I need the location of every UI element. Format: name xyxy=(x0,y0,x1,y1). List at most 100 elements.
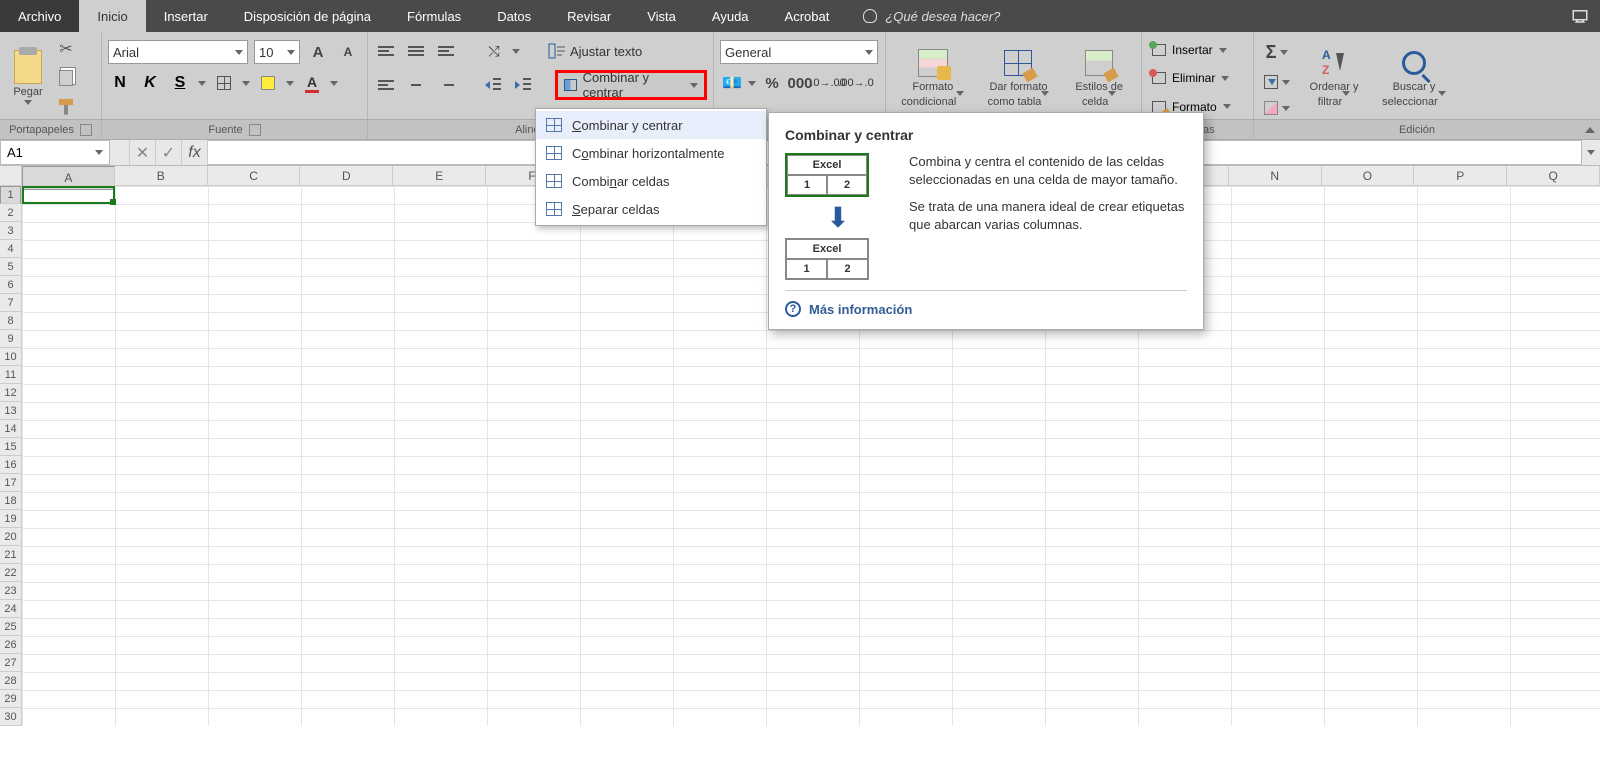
copy-button[interactable] xyxy=(54,67,78,89)
row-header[interactable]: 9 xyxy=(0,330,21,348)
borders-button[interactable] xyxy=(212,72,236,94)
chevron-down-icon[interactable] xyxy=(286,81,294,86)
chevron-down-icon[interactable] xyxy=(748,81,756,86)
font-color-button[interactable]: A xyxy=(300,72,324,94)
increase-font-button[interactable]: A xyxy=(306,41,330,63)
col-header[interactable]: P xyxy=(1414,166,1507,185)
tab-acrobat[interactable]: Acrobat xyxy=(767,0,848,32)
increase-decimal-button[interactable]: .0→.00 xyxy=(816,72,840,94)
tab-help[interactable]: Ayuda xyxy=(694,0,767,32)
tab-page-layout[interactable]: Disposición de página xyxy=(226,0,389,32)
decrease-decimal-button[interactable]: .00→.0 xyxy=(844,72,868,94)
tab-data[interactable]: Datos xyxy=(479,0,549,32)
insert-function-button[interactable]: fx xyxy=(182,140,208,165)
increase-indent-button[interactable] xyxy=(511,74,535,96)
tab-insert[interactable]: Insertar xyxy=(146,0,226,32)
align-right-button[interactable] xyxy=(434,74,458,96)
font-size-select[interactable]: 10 xyxy=(254,40,300,64)
row-header[interactable]: 13 xyxy=(0,402,21,420)
col-header[interactable]: E xyxy=(393,166,486,185)
underline-button[interactable]: S xyxy=(168,72,192,94)
row-header[interactable]: 2 xyxy=(0,204,21,222)
align-bottom-button[interactable] xyxy=(434,40,458,62)
paste-button[interactable]: Pegar xyxy=(6,36,50,119)
select-all-corner[interactable] xyxy=(0,166,22,185)
row-header[interactable]: 10 xyxy=(0,348,21,366)
row-header[interactable]: 25 xyxy=(0,618,21,636)
col-header[interactable]: Q xyxy=(1507,166,1600,185)
chevron-down-icon[interactable] xyxy=(242,81,250,86)
menu-item-merge-center[interactable]: Combinar y centrar xyxy=(536,111,766,139)
name-box[interactable]: A1 xyxy=(0,140,110,165)
sort-filter-button[interactable]: Ordenar y filtrar xyxy=(1298,36,1370,119)
row-header[interactable]: 21 xyxy=(0,546,21,564)
menu-item-merge-across[interactable]: Combinar horizontalmente xyxy=(536,139,766,167)
tab-review[interactable]: Revisar xyxy=(549,0,629,32)
row-header[interactable]: 20 xyxy=(0,528,21,546)
format-as-table-button[interactable]: Dar formato como tabla xyxy=(978,36,1060,119)
row-header[interactable]: 4 xyxy=(0,240,21,258)
font-name-select[interactable]: Arial xyxy=(108,40,248,64)
tooltip-more-link[interactable]: ? Más información xyxy=(785,290,1187,317)
tab-home[interactable]: Inicio xyxy=(79,0,145,32)
expand-formula-bar-button[interactable] xyxy=(1582,140,1600,165)
chevron-down-icon[interactable] xyxy=(198,81,206,86)
tab-formulas[interactable]: Fórmulas xyxy=(389,0,479,32)
row-header[interactable]: 22 xyxy=(0,564,21,582)
bold-button[interactable]: N xyxy=(108,72,132,94)
col-header[interactable]: B xyxy=(115,166,208,185)
tab-file[interactable]: Archivo xyxy=(0,0,79,32)
dialog-launcher-icon[interactable] xyxy=(80,124,92,136)
fill-color-button[interactable] xyxy=(256,72,280,94)
cell-styles-button[interactable]: Estilos de celda xyxy=(1063,36,1135,119)
row-header[interactable]: 7 xyxy=(0,294,21,312)
row-header[interactable]: 19 xyxy=(0,510,21,528)
menu-item-unmerge[interactable]: Separar celdas xyxy=(536,195,766,223)
cancel-formula-button[interactable]: ✕ xyxy=(130,140,156,165)
menu-item-merge-cells[interactable]: Combinar celdas xyxy=(536,167,766,195)
row-header[interactable]: 12 xyxy=(0,384,21,402)
tab-view[interactable]: Vista xyxy=(629,0,694,32)
row-header[interactable]: 18 xyxy=(0,492,21,510)
clear-button[interactable] xyxy=(1260,99,1294,117)
row-header[interactable]: 26 xyxy=(0,636,21,654)
row-header[interactable]: 29 xyxy=(0,690,21,708)
row-header[interactable]: 6 xyxy=(0,276,21,294)
conditional-format-button[interactable]: Formato condicional xyxy=(892,36,974,119)
chevron-down-icon[interactable] xyxy=(512,49,520,54)
collapse-ribbon-button[interactable] xyxy=(1580,120,1600,139)
delete-cells-button[interactable]: Eliminar xyxy=(1148,69,1235,87)
row-header[interactable]: 28 xyxy=(0,672,21,690)
row-header[interactable]: 23 xyxy=(0,582,21,600)
autosum-button[interactable]: Σ xyxy=(1260,40,1294,65)
row-header[interactable]: 15 xyxy=(0,438,21,456)
align-top-button[interactable] xyxy=(374,40,398,62)
row-header[interactable]: 30 xyxy=(0,708,21,726)
align-left-button[interactable] xyxy=(374,74,398,96)
format-painter-button[interactable] xyxy=(54,96,78,118)
decrease-indent-button[interactable] xyxy=(481,74,505,96)
chevron-down-icon[interactable] xyxy=(330,81,338,86)
decrease-font-button[interactable]: A xyxy=(336,41,360,63)
align-middle-button[interactable] xyxy=(404,40,428,62)
active-cell-A1[interactable] xyxy=(22,186,115,204)
merge-center-button[interactable]: Combinar y centrar xyxy=(555,70,707,100)
row-header[interactable]: 8 xyxy=(0,312,21,330)
percent-button[interactable]: % xyxy=(760,72,784,94)
tell-me-search[interactable]: ¿Qué desea hacer? xyxy=(847,0,1016,32)
dialog-launcher-icon[interactable] xyxy=(249,124,261,136)
row-header[interactable]: 11 xyxy=(0,366,21,384)
row-header[interactable]: 17 xyxy=(0,474,21,492)
align-center-button[interactable] xyxy=(404,74,428,96)
col-header[interactable]: N xyxy=(1229,166,1322,185)
comma-button[interactable]: 000 xyxy=(788,72,812,94)
fill-button[interactable] xyxy=(1260,73,1294,91)
number-format-select[interactable]: General xyxy=(720,40,878,64)
row-header[interactable]: 16 xyxy=(0,456,21,474)
wrap-text-button[interactable]: Ajustar texto xyxy=(544,41,646,61)
enter-formula-button[interactable]: ✓ xyxy=(156,140,182,165)
share-button[interactable] xyxy=(1560,0,1600,32)
row-header[interactable]: 27 xyxy=(0,654,21,672)
currency-button[interactable]: 💶 xyxy=(720,72,744,94)
find-select-button[interactable]: Buscar y seleccionar xyxy=(1374,36,1454,119)
